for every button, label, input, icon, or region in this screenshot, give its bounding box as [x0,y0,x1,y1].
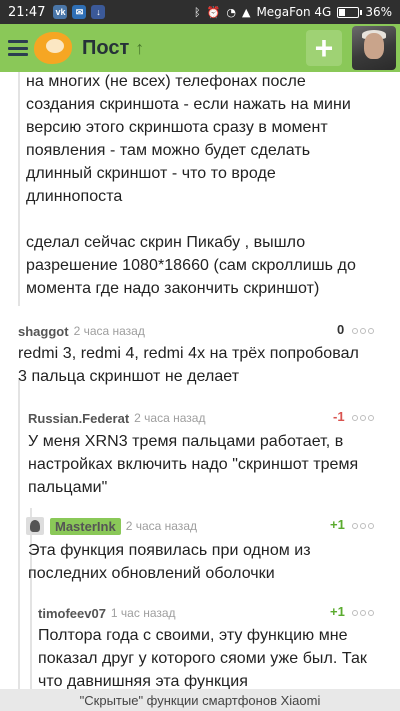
comment-line: момента где надо закончить скриншот) [26,280,320,297]
comment-line: разрешение 1080*18660 (сам скроллишь до [26,257,356,274]
status-time: 21:47 [8,4,46,20]
vk-icon: vk [53,5,68,19]
app-bar: Пост ↑ + [0,24,400,72]
comment-line: длиннопоста [26,188,123,205]
comment-time: 2 часа назад [73,324,145,338]
comment-line: появления - там можно будет сделать [26,142,311,159]
comment-header: MasterInk 2 часа назад [26,517,197,535]
bluetooth-icon: ᛒ [194,5,201,19]
comment-score: +1 [330,604,345,619]
user-avatar[interactable] [352,26,396,70]
status-right-group: ᛒ ⏰ ◔ ▲ MegaFon 4G 36% [194,5,392,19]
comment-header: shaggot 2 часа назад [18,322,145,340]
wifi-icon: ◔ [226,5,236,19]
carrier-label: MegaFon 4G [256,5,332,19]
plus-icon: + [314,30,334,66]
comment-author-badge[interactable]: MasterInk [50,517,121,535]
comment-author[interactable]: shaggot [18,324,69,339]
comments-thread[interactable]: на многих (не всех) телефонах после созд… [0,72,400,689]
alarm-icon: ⏰ [206,5,221,19]
comment-line: версию этого скриншота сразу в момент [26,119,328,136]
comment-body: Полтора года с своими, эту функцию мне п… [38,624,392,689]
comment-line: последних обновлений оболочки [28,565,275,582]
comment-time: 2 часа назад [134,411,206,425]
thread-rail[interactable] [18,378,20,689]
post-title-bar[interactable]: "Скрытые" функции смартфонов Xiaomi [0,689,400,711]
add-post-button[interactable]: + [306,30,342,66]
comment-score: -1 [333,409,345,424]
arrow-up-icon[interactable]: ↑ [135,38,144,59]
comment-line: redmi 3, redmi 4, redmi 4x на трёх попро… [18,345,359,362]
comment-header: Russian.Federat 2 часа назад [28,409,205,427]
mail-icon: ✉ [72,5,87,19]
download-icon: ↓ [91,5,106,19]
comment-line: пальцами" [28,479,108,496]
comment-line: создания скриншота - если нажать на мини [26,96,351,113]
hamburger-menu-icon[interactable] [8,40,28,56]
comment-time: 1 час назад [110,606,176,620]
comment-body: redmi 3, redmi 4, redmi 4x на трёх попро… [18,342,390,388]
comment-score: +1 [330,517,345,532]
comment-author[interactable]: timofeev07 [38,606,106,621]
post-title: "Скрытые" функции смартфонов Xiaomi [79,692,321,708]
battery-percent: 36% [365,5,392,19]
comment-line: настройках включить надо "скриншот тремя [28,456,359,473]
thread-rail[interactable] [18,72,20,306]
comment-body: У меня XRN3 тремя пальцами работает, в н… [28,430,390,499]
battery-fill [339,8,346,16]
comment-actions-icon[interactable] [352,523,374,529]
pikabu-logo-icon[interactable] [34,30,74,66]
comment-line: 3 пальца скриншот не делает [18,368,240,385]
author-avatar[interactable] [26,517,44,535]
comment-line: что давнишняя эта функция [38,673,248,689]
comment-line: Полтора года с своими, эту функцию мне [38,627,348,644]
page-title: Пост [82,36,130,59]
comment-line [26,208,386,231]
comment-actions-icon[interactable] [352,415,374,421]
comment-actions-icon[interactable] [352,610,374,616]
comment-header: timofeev07 1 час назад [38,604,176,622]
comment-line: показал друг у которого сяоми уже был. Т… [38,650,367,667]
comment-time: 2 часа назад [125,519,197,533]
comment-line: на многих (не всех) телефонах после [26,73,306,90]
comment-body: Эта функция появилась при одном из после… [28,539,390,585]
comment-author[interactable]: Russian.Federat [28,411,129,426]
comment-line: Эта функция появилась при одном из [28,542,311,559]
comment-line: У меня XRN3 тремя пальцами работает, в [28,433,344,450]
comment-line: сделал сейчас скрин Пикабу , вышло [26,234,306,251]
comment-body-continued: на многих (не всех) телефонах после созд… [26,72,386,300]
comment-score: 0 [337,322,345,337]
status-bar: 21:47 vk ✉ ↓ ᛒ ⏰ ◔ ▲ MegaFon 4G 36% [0,0,400,24]
comment-line: длинный скриншот - что то вроде [26,165,276,182]
comment-actions-icon[interactable] [352,328,374,334]
thread-rail[interactable] [30,508,32,689]
signal-icon: ▲ [241,5,251,19]
battery-icon [337,6,363,18]
